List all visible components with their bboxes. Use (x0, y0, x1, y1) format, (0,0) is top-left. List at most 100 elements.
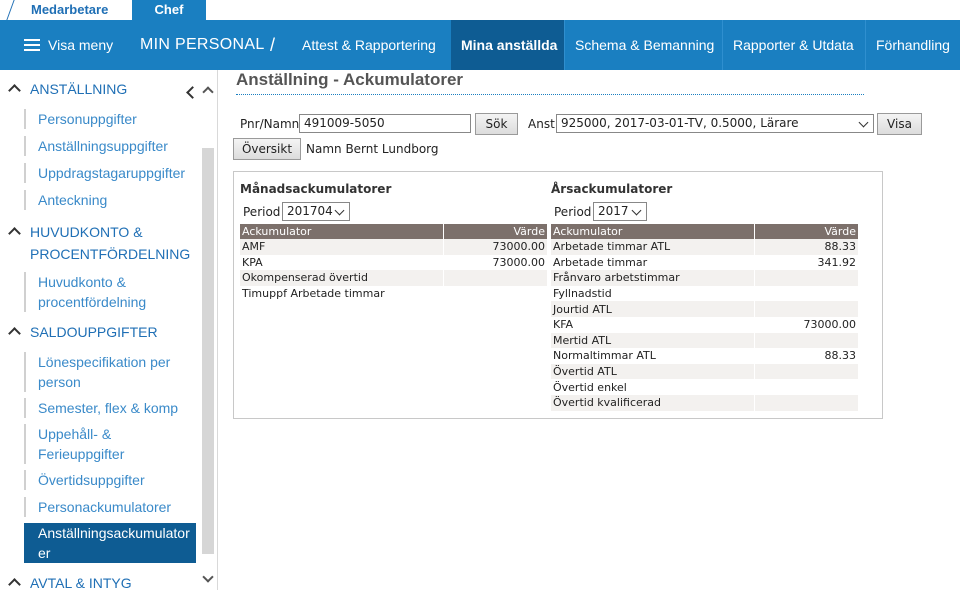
tab-mina-anstallda[interactable]: Mina anställda (451, 20, 565, 70)
overview-button[interactable]: Översikt (233, 138, 301, 160)
sidebar-section-avtal-intyg[interactable]: AVTAL & INTYG (8, 572, 190, 590)
table-row: KPA 73000.00 (240, 254, 547, 271)
cell-name: Arbetade timmar ATL (551, 239, 754, 255)
monthly-period-label: Period (243, 205, 281, 219)
table-row: AMF 73000.00 (240, 239, 547, 255)
cell-value (442, 270, 547, 286)
scrollbar-thumb[interactable] (202, 148, 214, 554)
yearly-period-select[interactable]: 2017 (593, 202, 647, 221)
title-divider (236, 94, 864, 95)
cell-name: Fyllnadstid (553, 287, 612, 301)
cell-value: 88.33 (753, 348, 858, 364)
yearly-heading: Årsackumulatorer (551, 182, 673, 196)
monthly-table: Ackumulator Värde AMF 73000.00 KPA 73000.0… (240, 224, 547, 302)
cell-name: Timuppf Arbetade timmar (242, 287, 385, 301)
table-row: Mertid ATL (551, 332, 858, 349)
sidebar-item-uppdragstagaruppgifter[interactable]: Uppdragstagaruppgifter (24, 163, 196, 183)
search-button[interactable]: Sök (475, 113, 518, 135)
tab-attest-rapportering[interactable]: Attest & Rapportering (292, 20, 452, 70)
cell-name: Övertid ATL (551, 363, 754, 380)
table-row: Arbetade timmar 341.92 (551, 254, 858, 271)
sidebar: ANSTÄLLNING Personuppgifter Anställnings… (0, 70, 218, 590)
sidebar-section-label: ANSTÄLLNING (30, 81, 128, 97)
table-row: Timuppf Arbetade timmar (240, 285, 547, 302)
page-title: Anställning - Ackumulatorer (236, 70, 464, 89)
anst-label: Anst (528, 117, 555, 131)
breadcrumb-separator: / (270, 35, 276, 55)
role-tab-medarbetare[interactable]: Medarbetare (6, 0, 132, 20)
show-menu-label: Visa meny (48, 37, 114, 53)
sidebar-item-anstallningsuppgifter[interactable]: Anställningsuppgifter (24, 136, 196, 156)
chevron-down-icon (858, 117, 869, 128)
pnr-input[interactable]: 491009-5050 (299, 114, 471, 133)
cell-name: AMF (240, 239, 443, 255)
yearly-table: Ackumulator Värde Arbetade timmar ATL 88.… (551, 224, 858, 411)
monthly-period-select[interactable]: 201704 (282, 202, 350, 221)
cell-name: Frånvaro arbetstimmar (551, 270, 754, 286)
show-button[interactable]: Visa (877, 113, 922, 135)
column-header-varde: Värde (442, 224, 547, 239)
sidebar-section-label: AVTAL & INTYG (30, 575, 132, 590)
sidebar-item-uppehall-ferieuppgifter[interactable]: Uppehåll- & Ferieuppgifter (24, 424, 196, 464)
monthly-heading: Månadsackumulatorer (240, 182, 392, 196)
cell-name: Jourtid ATL (551, 301, 754, 317)
cell-value: 73000.00 (442, 254, 547, 271)
sidebar-item-personuppgifter[interactable]: Personuppgifter (24, 109, 196, 129)
cell-value (753, 363, 858, 380)
anst-select[interactable]: 925000, 2017-03-01-TV, 0.5000, Lärare (556, 114, 874, 133)
cell-name: KFA (553, 318, 574, 332)
yearly-period-label: Period (554, 205, 592, 219)
column-header-varde: Värde (753, 224, 858, 239)
sidebar-section-label: SALDOUPPGIFTER (30, 324, 158, 340)
table-row: KFA 73000.00 (551, 316, 858, 333)
table-row: Övertid ATL (551, 363, 858, 380)
tab-rapporter-utdata[interactable]: Rapporter & Utdata (723, 20, 866, 70)
sidebar-item-overtidsuppgifter[interactable]: Övertidsuppgifter (24, 470, 196, 490)
yearly-period-value: 2017 (598, 204, 629, 218)
sidebar-section-label: HUVUDKONTO & PROCENTFÖRDELNING (30, 224, 191, 262)
table-header: Ackumulator Värde (551, 224, 858, 239)
cell-name: Okompenserad övertid (240, 270, 443, 286)
sidebar-item-huvudkonto-procentfordelning[interactable]: Huvudkonto & procentfördelning (24, 272, 196, 312)
cell-name: Arbetade timmar (553, 255, 648, 269)
scroll-down-icon[interactable] (202, 571, 214, 583)
chevron-down-icon (631, 205, 642, 216)
sidebar-item-anstallningsackumulatorer[interactable]: Anställningsackumulatorer (24, 523, 196, 563)
table-row: Fyllnadstid (551, 285, 858, 302)
cell-value (753, 394, 858, 411)
cell-value: 73000.00 (753, 316, 858, 333)
sidebar-section-anstallning[interactable]: ANSTÄLLNING (8, 78, 190, 100)
cell-value: 88.33 (753, 239, 858, 255)
cell-name: Övertid enkel (553, 380, 627, 394)
table-row: Normaltimmar ATL 88.33 (551, 348, 858, 364)
cell-value: 341.92 (753, 254, 858, 271)
sidebar-item-personackumulatorer[interactable]: Personackumulatorer (24, 497, 196, 517)
role-tab-chef[interactable]: Chef (132, 0, 206, 20)
cell-value: 73000.00 (442, 239, 547, 255)
table-row: Övertid kvalificerad (551, 394, 858, 411)
sidebar-item-semester-flex-komp[interactable]: Semester, flex & komp (24, 398, 196, 418)
sidebar-section-huvudkonto[interactable]: HUVUDKONTO & PROCENTFÖRDELNING (8, 221, 191, 265)
cell-name: KPA (242, 255, 263, 269)
sidebar-item-lonespecifikation[interactable]: Lönespecifikation per person (24, 352, 196, 392)
tab-forhandling[interactable]: Förhandling (866, 20, 960, 70)
show-menu-button[interactable]: Visa meny (24, 20, 113, 70)
sidebar-section-saldouppgifter[interactable]: SALDOUPPGIFTER (8, 321, 190, 343)
cell-value (753, 301, 858, 317)
hamburger-icon (24, 39, 40, 51)
monthly-period-value: 201704 (287, 204, 333, 218)
table-row: Okompenserad övertid (240, 270, 547, 286)
table-row: Jourtid ATL (551, 301, 858, 317)
cell-name: Mertid ATL (551, 332, 754, 349)
cell-value (753, 270, 858, 286)
sidebar-scrollbar[interactable] (200, 80, 216, 585)
sidebar-item-anteckning[interactable]: Anteckning (24, 190, 196, 210)
table-row: Övertid enkel (551, 379, 858, 395)
scroll-up-icon[interactable] (202, 86, 214, 98)
tab-schema-bemanning[interactable]: Schema & Bemanning (565, 20, 723, 70)
chevron-down-icon (334, 205, 345, 216)
section-title: MIN PERSONAL (140, 36, 265, 53)
role-tabs: Medarbetare Chef (0, 0, 960, 20)
pnr-label: Pnr/Namn (240, 117, 300, 131)
column-header-ackumulator: Ackumulator (551, 224, 754, 239)
